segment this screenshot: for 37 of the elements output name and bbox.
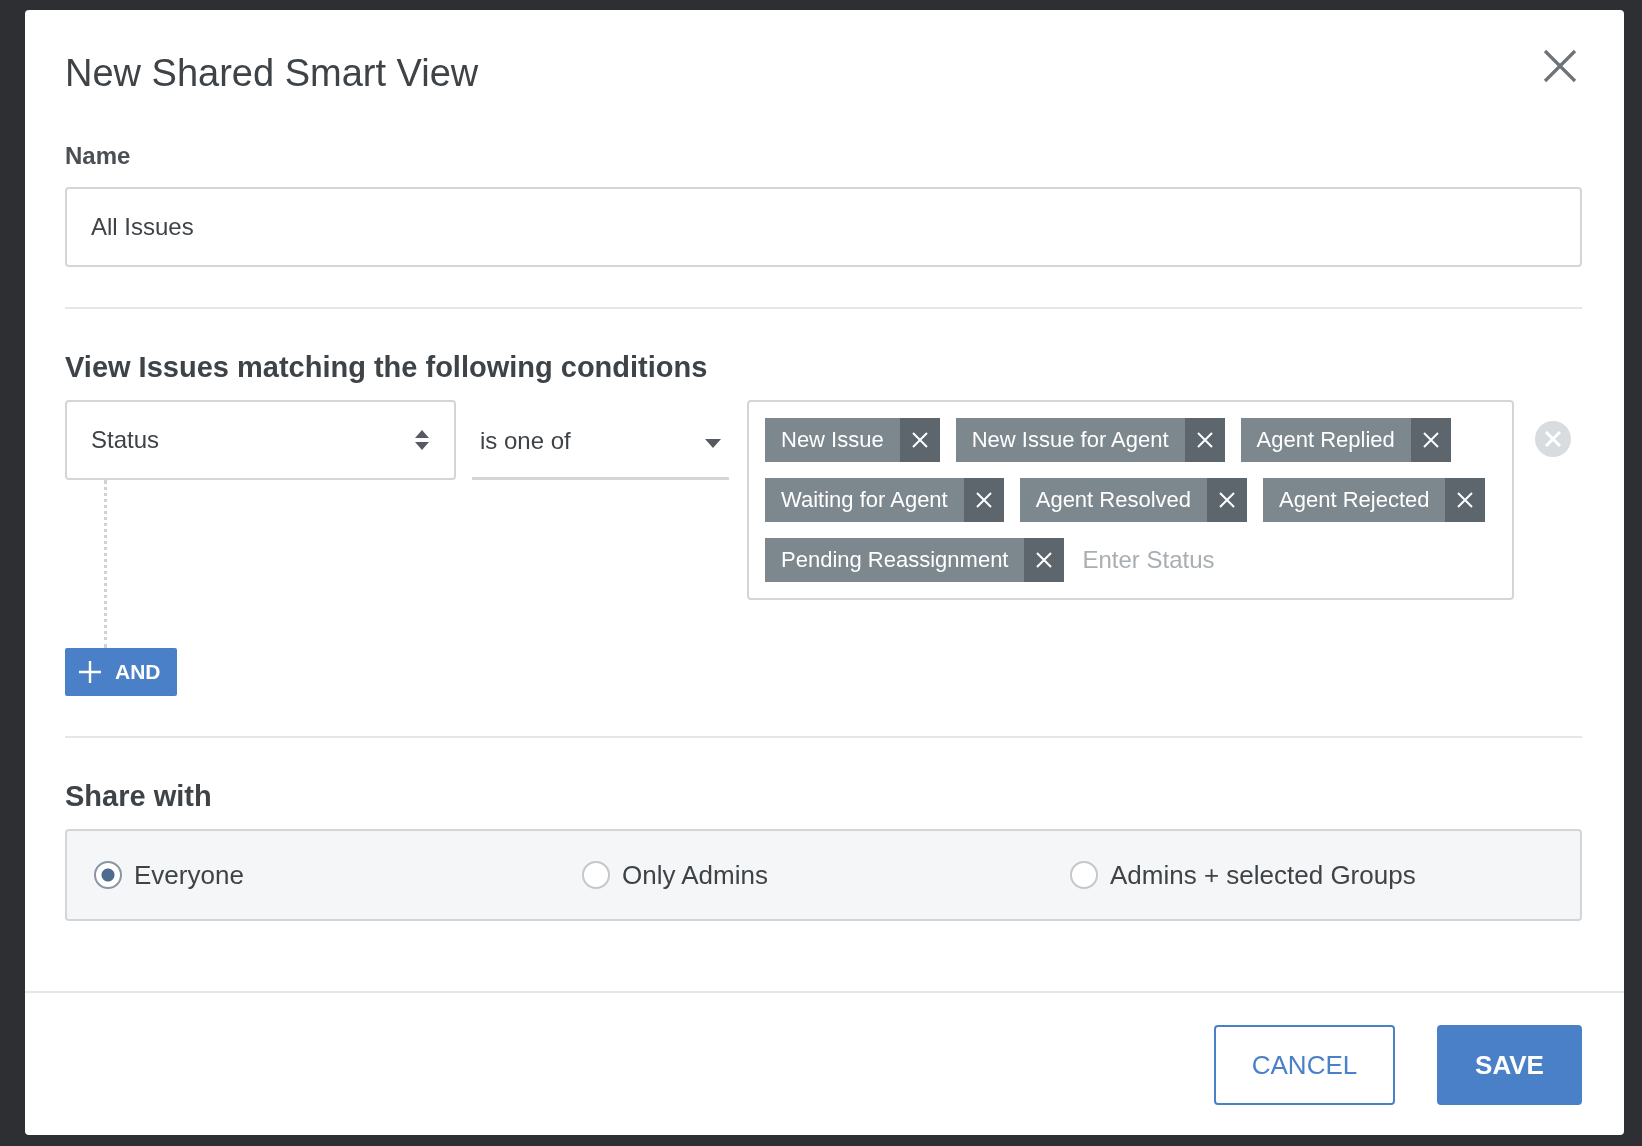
sort-arrows-icon [414, 429, 430, 451]
remove-tag-icon[interactable] [1207, 478, 1248, 522]
remove-tag-icon[interactable] [1024, 538, 1065, 582]
tag-label: New Issue for Agent [970, 427, 1170, 453]
caret-icon [705, 438, 721, 448]
remove-tag-icon[interactable] [899, 418, 940, 462]
tag-label: Agent Rejected [1278, 487, 1431, 513]
tag-label: Pending Reassignment [780, 547, 1010, 573]
tag-label: New Issue [780, 427, 885, 453]
dropdown-value: is one of [480, 427, 571, 455]
remove-tag-icon[interactable] [1410, 418, 1451, 462]
field-label: Name [65, 142, 132, 170]
tag-label: Agent Replied [1255, 427, 1396, 453]
dialog-title: New Shared Smart View [65, 51, 479, 96]
section-heading: View Issues matching the following conditions [65, 351, 709, 384]
name-input[interactable]: All Issues [65, 187, 1582, 267]
radio-button[interactable] [582, 861, 610, 889]
tag-label: Waiting for Agent [780, 487, 949, 513]
tag-label: Agent Resolved [1034, 487, 1193, 513]
radio-button[interactable] [1070, 861, 1098, 889]
save-button[interactable]: SAVE [1437, 1025, 1582, 1105]
remove-tag-icon[interactable] [1445, 478, 1486, 522]
section-heading: Share with [65, 780, 213, 813]
close-icon[interactable] [1542, 48, 1578, 84]
radio-option[interactable]: Only Admins [582, 859, 1070, 891]
operator-dropdown[interactable]: is one of [472, 405, 729, 480]
remove-tag-icon[interactable] [1184, 418, 1225, 462]
radio-button[interactable] [94, 861, 122, 889]
field-select[interactable]: Status [65, 400, 456, 480]
plus-icon [79, 661, 101, 683]
radio-option[interactable]: Admins + selected Groups [1070, 859, 1580, 891]
radio-option[interactable]: Everyone [94, 859, 582, 891]
add-condition-button[interactable]: AND [65, 648, 177, 696]
remove-tag-icon[interactable] [963, 478, 1004, 522]
tag-input[interactable]: New Issue New Issue for Agent Agent Replied Waiting for Agent Agent Resolved Agent Rejected Pending Reassignment Enter Status [747, 400, 1514, 600]
select-value: Status [91, 426, 160, 454]
cancel-button[interactable]: CANCEL [1214, 1025, 1395, 1105]
